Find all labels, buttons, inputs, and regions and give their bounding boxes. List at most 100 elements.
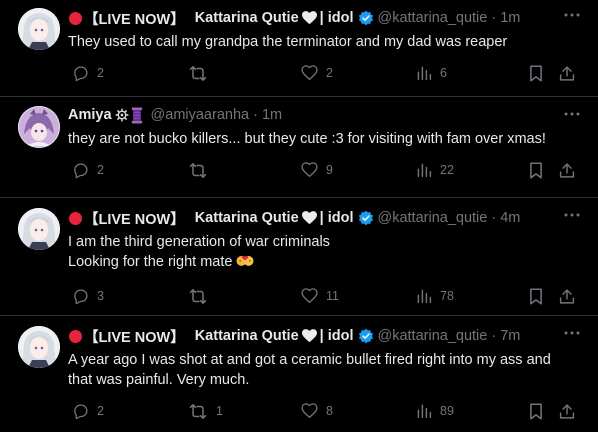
share-button[interactable]	[559, 65, 575, 82]
more-icon[interactable]	[562, 8, 582, 22]
timestamp[interactable]: 4m	[500, 210, 520, 226]
live-prefix[interactable]: 【LIVE NOW】	[84, 8, 185, 29]
bookmark-icon	[529, 65, 543, 82]
verified-icon	[358, 210, 374, 226]
reply-icon	[72, 288, 89, 305]
tweet-header: 【LIVE NOW】 Kattarina Qutie | idol @katta…	[68, 198, 582, 228]
tweet-text-line: they are not bucko killers... but they c…	[68, 131, 546, 147]
tweet[interactable]: 【LIVE NOW】 Kattarina Qutie | idol @katta…	[0, 0, 598, 97]
display-name[interactable]: Kattarina Qutie	[195, 210, 299, 226]
timestamp[interactable]: 1m	[500, 10, 520, 26]
bookmark-icon	[529, 162, 543, 179]
name-suffix[interactable]: | idol	[320, 328, 354, 344]
handle[interactable]: @amiyaaranha	[151, 107, 250, 123]
tweet[interactable]: 【LIVE NOW】 Kattarina Qutie | idol @katta…	[0, 198, 598, 316]
reply-button[interactable]: 2	[68, 162, 188, 179]
more-icon[interactable]	[562, 107, 582, 121]
like-icon	[301, 403, 318, 419]
display-name[interactable]: Kattarina Qutie	[195, 10, 299, 26]
tweet[interactable]: 【LIVE NOW】 Kattarina Qutie | idol @katta…	[0, 316, 598, 432]
reply-button[interactable]: 3	[68, 288, 188, 305]
reply-button[interactable]: 2	[68, 65, 188, 82]
live-dot-icon	[69, 329, 82, 343]
tweet-actions: 2 1 8 89	[68, 402, 582, 420]
timestamp[interactable]: 1m	[262, 107, 282, 123]
tweet-text-line: A year ago I was shot at and got a ceram…	[68, 352, 551, 368]
reply-button[interactable]: 2	[68, 403, 188, 420]
live-prefix[interactable]: 【LIVE NOW】	[84, 208, 185, 229]
reply-icon	[72, 162, 89, 179]
views-button[interactable]: 22	[416, 162, 529, 178]
views-count: 6	[440, 66, 447, 80]
like-icon	[301, 65, 318, 81]
tweet-text: I am the third generation of war crimina…	[68, 228, 582, 275]
avatar[interactable]	[18, 208, 60, 250]
separator: ·	[491, 210, 497, 226]
verified-icon	[358, 10, 374, 26]
more-icon[interactable]	[562, 326, 582, 340]
like-count: 8	[326, 404, 333, 418]
like-button[interactable]: 9	[301, 162, 416, 178]
views-button[interactable]: 89	[416, 403, 529, 419]
views-icon	[416, 65, 432, 81]
tweet-actions: 3 11 78	[68, 287, 582, 305]
bookmark-button[interactable]	[529, 65, 559, 82]
tweet-text-line: that was painful. Very much.	[68, 372, 250, 388]
name-suffix[interactable]: | idol	[320, 10, 354, 26]
bookmark-button[interactable]	[529, 403, 559, 420]
avatar[interactable]	[18, 106, 60, 148]
timeline-feed: 【LIVE NOW】 Kattarina Qutie | idol @katta…	[0, 0, 598, 432]
like-icon	[301, 288, 318, 304]
retweet-icon	[188, 65, 208, 82]
live-dot-icon	[69, 11, 82, 25]
name-suffix[interactable]: | idol	[320, 210, 354, 226]
share-button[interactable]	[559, 288, 575, 305]
timestamp[interactable]: 7m	[500, 328, 520, 344]
display-name[interactable]: Kattarina Qutie	[195, 328, 299, 344]
tweet-text: they are not bucko killers... but they c…	[68, 125, 582, 149]
retweet-button[interactable]	[188, 288, 301, 305]
like-button[interactable]: 2	[301, 65, 416, 81]
retweet-button[interactable]: 1	[188, 403, 301, 420]
tweet-actions: 2 9 22	[68, 161, 582, 179]
views-count: 89	[440, 404, 454, 418]
live-dot-icon	[69, 211, 82, 225]
tweet-header: 【LIVE NOW】 Kattarina Qutie | idol @katta…	[68, 0, 582, 28]
share-icon	[559, 65, 575, 82]
share-button[interactable]	[559, 162, 575, 179]
views-button[interactable]: 78	[416, 288, 529, 304]
retweet-button[interactable]	[188, 65, 301, 82]
avatar[interactable]	[18, 326, 60, 368]
handle[interactable]: @kattarina_qutie	[378, 210, 488, 226]
handle[interactable]: @kattarina_qutie	[378, 328, 488, 344]
display-name[interactable]: Amiya	[68, 107, 112, 123]
like-button[interactable]: 11	[301, 288, 416, 304]
avatar[interactable]	[18, 8, 60, 50]
verified-icon	[358, 328, 374, 344]
views-icon	[416, 403, 432, 419]
views-button[interactable]: 6	[416, 65, 529, 81]
retweet-button[interactable]	[188, 162, 301, 179]
tweet-actions: 2 2 6	[68, 64, 582, 82]
reply-icon	[72, 403, 89, 420]
tweet-text: A year ago I was shot at and got a ceram…	[68, 346, 582, 390]
like-icon	[301, 162, 318, 178]
bookmark-button[interactable]	[529, 288, 559, 305]
white-heart-icon	[301, 329, 317, 343]
views-count: 22	[440, 163, 454, 177]
tweet[interactable]: Amiya @amiyaaranha · 1m they are not buc…	[0, 97, 598, 198]
handle[interactable]: @kattarina_qutie	[378, 10, 488, 26]
more-icon[interactable]	[562, 208, 582, 222]
gear-icon	[115, 108, 129, 122]
retweet-icon	[188, 403, 208, 420]
share-button[interactable]	[559, 403, 575, 420]
like-count: 11	[326, 289, 339, 303]
bookmark-icon	[529, 288, 543, 305]
live-prefix[interactable]: 【LIVE NOW】	[84, 326, 185, 347]
retweet-count: 1	[216, 404, 223, 418]
white-heart-icon	[301, 11, 317, 25]
bookmark-button[interactable]	[529, 162, 559, 179]
separator: ·	[491, 328, 497, 344]
tweet-text: They used to call my grandpa the termina…	[68, 28, 582, 52]
like-button[interactable]: 8	[301, 403, 416, 419]
